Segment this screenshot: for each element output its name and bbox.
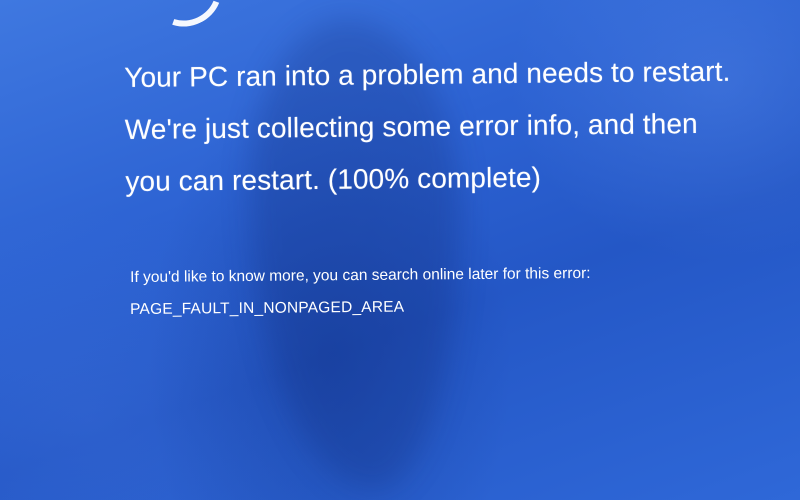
error-message: Your PC ran into a problem and needs to … — [124, 55, 731, 197]
blue-screen: Your PC ran into a problem and needs to … — [0, 0, 800, 500]
stop-code: PAGE_FAULT_IN_NONPAGED_AREA — [130, 298, 405, 318]
sad-face-icon — [139, 0, 233, 39]
more-info-text: If you'd like to know more, you can sear… — [130, 264, 591, 286]
